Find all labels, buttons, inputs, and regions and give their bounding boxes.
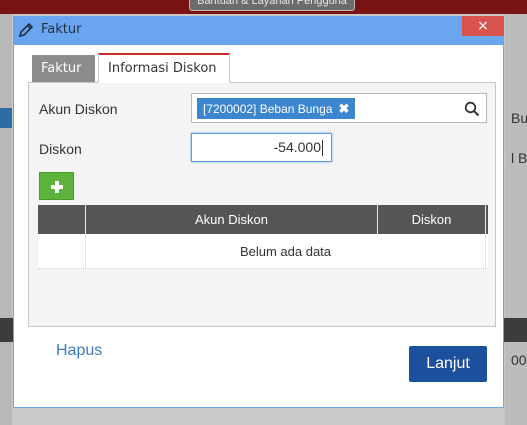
diskon-label: Diskon xyxy=(39,141,82,157)
dialog-content: Faktur Informasi Diskon Akun Diskon [720… xyxy=(13,44,504,408)
background-right-text: l B xyxy=(511,150,527,166)
akun-diskon-select[interactable]: [7200002] Beban Bunga ✖ xyxy=(191,93,487,123)
selected-account-text: [7200002] Beban Bunga xyxy=(203,102,333,116)
pencil-icon xyxy=(18,22,34,38)
background-right-text: 000 xyxy=(511,352,527,368)
dialog-title: Faktur xyxy=(41,22,82,37)
background-header: Bantuan & Layanan Pengguna xyxy=(0,0,527,14)
dialog-titlebar: Faktur × xyxy=(13,16,504,44)
add-row-button[interactable] xyxy=(39,172,74,200)
search-icon[interactable] xyxy=(464,101,480,117)
text-cursor xyxy=(322,140,323,157)
help-button: Bantuan & Layanan Pengguna xyxy=(189,0,355,11)
table-header: Akun Diskon Diskon xyxy=(38,205,488,234)
table-row: Belum ada data xyxy=(38,234,488,269)
selected-account-tag: [7200002] Beban Bunga ✖ xyxy=(197,98,356,119)
remove-tag-icon[interactable]: ✖ xyxy=(338,101,349,116)
tab-faktur[interactable]: Faktur xyxy=(32,55,95,83)
background-right-text: Bu xyxy=(511,110,527,126)
empty-table-message: Belum ada data xyxy=(86,234,486,269)
column-header-akun-diskon: Akun Diskon xyxy=(86,205,378,234)
column-header-blank xyxy=(38,205,86,234)
close-button[interactable]: × xyxy=(462,16,504,36)
diskon-panel: Akun Diskon [7200002] Beban Bunga ✖ Disko… xyxy=(28,82,496,327)
next-button[interactable]: Lanjut xyxy=(409,346,487,382)
delete-button[interactable]: Hapus xyxy=(56,342,102,360)
akun-diskon-label: Akun Diskon xyxy=(39,101,118,117)
diskon-input[interactable]: -54.000 xyxy=(191,133,332,162)
column-header-diskon: Diskon xyxy=(378,205,486,234)
faktur-dialog: Faktur × Faktur Informasi Diskon Akun Di… xyxy=(13,16,504,408)
background-left-tab xyxy=(0,108,12,128)
diskon-value: -54.000 xyxy=(273,139,321,155)
table-cell-blank xyxy=(38,234,86,269)
background-left-panel xyxy=(0,14,12,425)
tab-informasi-diskon[interactable]: Informasi Diskon xyxy=(98,53,230,83)
